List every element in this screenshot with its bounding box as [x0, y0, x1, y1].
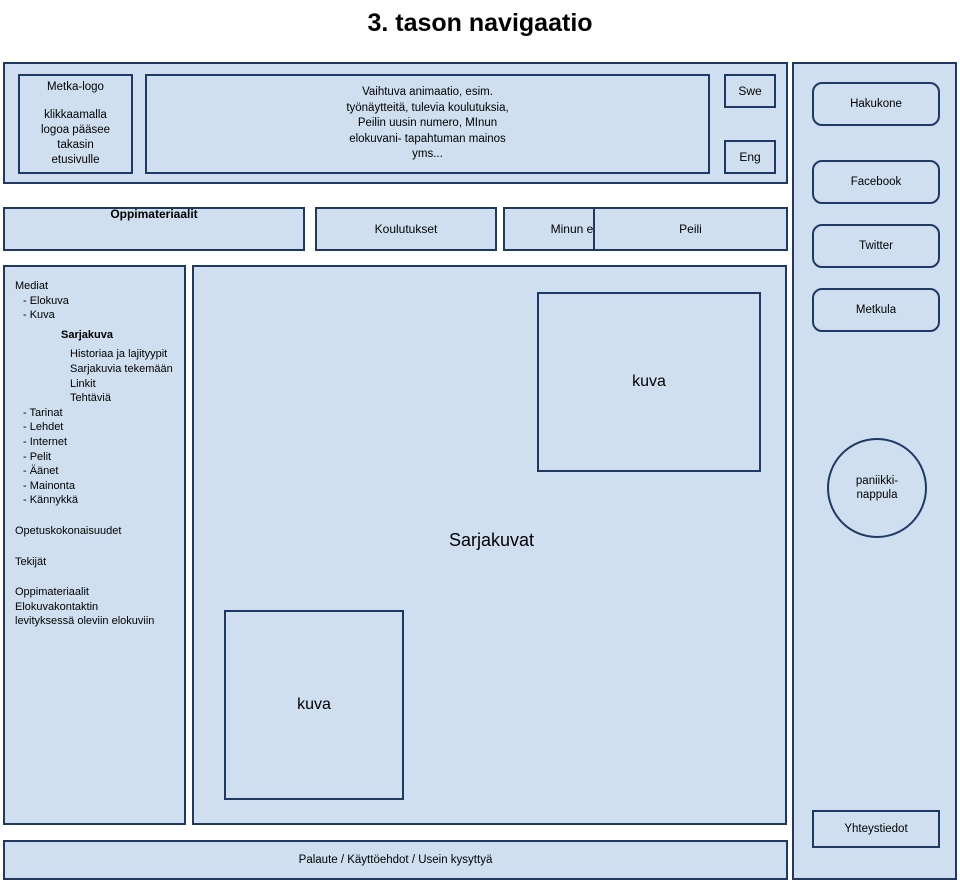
- panic-button-line-2: nappula: [856, 489, 898, 501]
- main-navigation: Oppimateriaalit Koulutukset Minun elokuv…: [3, 207, 788, 253]
- nav-tab-label: Oppimateriaalit: [110, 207, 198, 221]
- sidebar-item-mediat[interactable]: Mediat: [15, 279, 184, 294]
- sidebar-item-tekijat[interactable]: Tekijät: [15, 555, 184, 570]
- logo-hint-line-1: klikkaamalla: [44, 109, 107, 121]
- animation-line-3: Peilin uusin numero, MInun: [357, 117, 498, 130]
- animation-banner[interactable]: Vaihtuva animaatio, esim. työnäytteitä, …: [145, 74, 710, 174]
- panic-button-line-1: paniikki-: [855, 475, 899, 487]
- sidebar-item-kannykka[interactable]: - Kännykkä: [15, 493, 184, 508]
- footer-bar: Palaute / Käyttöehdot / Usein kysyttyä: [3, 840, 788, 880]
- header-band: Metka-logo klikkaamalla logoa pääsee tak…: [3, 62, 788, 184]
- nav-tab-koulutukset[interactable]: Koulutukset: [315, 207, 497, 251]
- nav-tab-oppimateriaalit[interactable]: Oppimateriaalit: [3, 207, 305, 251]
- sidebar-item-internet[interactable]: - Internet: [15, 435, 184, 450]
- language-button-eng[interactable]: Eng: [724, 140, 776, 174]
- sidebar-navigation: Mediat - Elokuva - Kuva Sarjakuva Histor…: [3, 265, 186, 825]
- animation-line-1: Vaihtuva animaatio, esim.: [362, 86, 493, 99]
- nav-tab-label: Peili: [679, 222, 702, 236]
- logo-hint-line-2: logoa pääsee: [40, 124, 111, 136]
- sidebar-item-tehtavia[interactable]: Tehtäviä: [15, 391, 184, 406]
- contact-button[interactable]: Yhteystiedot: [812, 810, 940, 848]
- page-title: 3. tason navigaatio: [367, 8, 593, 37]
- rail-button-metkula[interactable]: Metkula: [812, 288, 940, 332]
- logo-hint-line-3: takasin: [57, 139, 94, 151]
- sidebar-item-tarinat[interactable]: - Tarinat: [15, 406, 184, 421]
- rail-button-facebook[interactable]: Facebook: [812, 160, 940, 204]
- sidebar-item-oppimateriaalit[interactable]: Oppimateriaalit: [15, 585, 184, 600]
- rail-button-hakukone[interactable]: Hakukone: [812, 82, 940, 126]
- animation-line-5: yms...: [412, 148, 443, 161]
- image-placeholder-bottom[interactable]: kuva: [224, 610, 404, 800]
- rail-button-twitter[interactable]: Twitter: [812, 224, 940, 268]
- language-button-swe[interactable]: Swe: [724, 74, 776, 108]
- logo-hint-line-4: etusivulle: [51, 154, 100, 166]
- animation-line-2: työnäytteitä, tulevia koulutuksia,: [346, 101, 509, 114]
- language-switcher: Swe Eng: [720, 74, 780, 174]
- sidebar-item-pelit[interactable]: - Pelit: [15, 450, 184, 465]
- main-content-area: kuva Sarjakuvat kuva: [192, 265, 787, 825]
- sidebar-item-historiaa-ja-lajityypit[interactable]: Historiaa ja lajityypit: [15, 347, 184, 362]
- sidebar-item-sarjakuvia-tekemaan[interactable]: Sarjakuvia tekemään: [15, 362, 184, 377]
- section-heading: Sarjakuvat: [448, 529, 535, 550]
- sidebar-item-elokuva[interactable]: - Elokuva: [15, 294, 184, 309]
- sidebar-item-opetuskokonaisuudet[interactable]: Opetuskokonaisuudet: [15, 524, 184, 539]
- sidebar-item-levityksessa-oleviin-elokuviin[interactable]: levityksessä oleviin elokuviin: [15, 614, 184, 629]
- sidebar-item-linkit[interactable]: Linkit: [15, 377, 184, 392]
- nav-tab-peili[interactable]: Peili: [593, 207, 788, 251]
- sidebar-item-aanet[interactable]: - Äänet: [15, 464, 184, 479]
- sidebar-item-mainonta[interactable]: - Mainonta: [15, 479, 184, 494]
- footer-links[interactable]: Palaute / Käyttöehdot / Usein kysyttyä: [299, 854, 493, 866]
- image-placeholder-top[interactable]: kuva: [537, 292, 761, 472]
- sidebar-item-elokuvakontaktin[interactable]: Elokuvakontaktin: [15, 600, 184, 615]
- sidebar-item-kuva[interactable]: - Kuva: [15, 308, 184, 323]
- right-sidebar: Hakukone Facebook Twitter Metkula paniik…: [792, 62, 957, 880]
- logo-title: Metka-logo: [47, 81, 104, 93]
- sidebar-item-sarjakuva[interactable]: Sarjakuva: [15, 323, 184, 348]
- panic-button[interactable]: paniikki- nappula: [827, 438, 927, 538]
- nav-tab-label: Koulutukset: [374, 222, 438, 236]
- sidebar-item-lehdet[interactable]: - Lehdet: [15, 420, 184, 435]
- logo-box[interactable]: Metka-logo klikkaamalla logoa pääsee tak…: [18, 74, 133, 174]
- animation-line-4: elokuvani- tapahtuman mainos: [349, 132, 506, 145]
